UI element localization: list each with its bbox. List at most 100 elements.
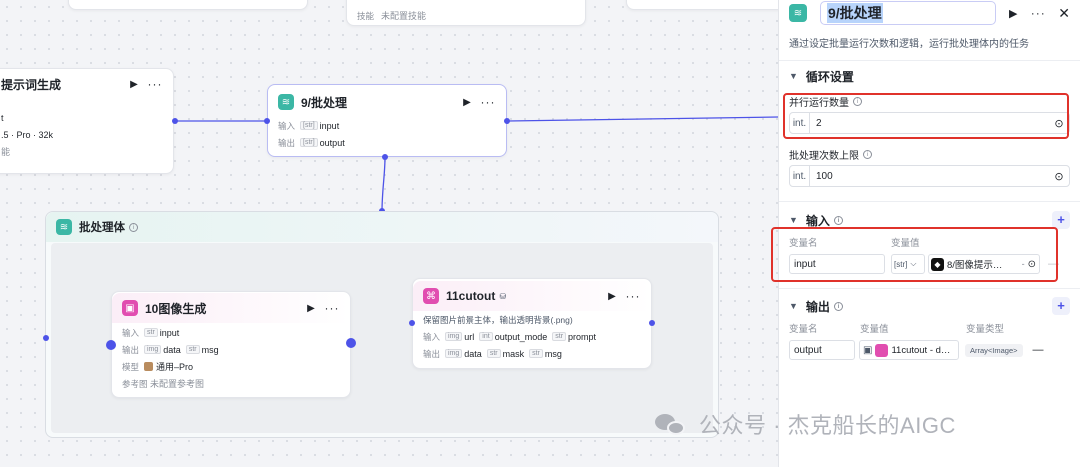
type-tag: str — [185, 345, 200, 354]
workflow-canvas[interactable]: 技能 未配置技能 提示词生成 ▶ ··· t .5 · Pro · 32k 能 … — [0, 0, 778, 467]
top-right-node[interactable] — [626, 0, 778, 10]
input-value: output — [794, 344, 822, 356]
input-value[interactable]: 100 — [810, 171, 1049, 182]
chevron-down-icon[interactable]: ▼ — [789, 301, 798, 311]
input-port[interactable] — [106, 340, 116, 350]
output-column-header: 变量名 变量值 变量类型 — [779, 321, 1080, 335]
play-icon[interactable]: ▶ — [127, 79, 141, 90]
plugin-icon: ⛁ — [499, 291, 507, 301]
var-name: input — [319, 120, 340, 131]
node-row: .5 · Pro · 32k — [1, 129, 54, 140]
type-tag: [str] — [300, 138, 318, 147]
output-port[interactable] — [346, 338, 356, 348]
output-var-row: output ▣ 11cutout - d… Array<Image> — — [779, 340, 1080, 360]
play-icon[interactable]: ▶ — [460, 97, 474, 108]
output-label: 输出 — [278, 137, 296, 148]
type-tag: str — [486, 349, 501, 358]
info-icon[interactable]: i — [863, 149, 872, 159]
output-section-header[interactable]: ▼ 输出 i + — [779, 291, 1080, 321]
var-name: mask — [502, 348, 525, 359]
section-title: 循环设置 — [805, 69, 854, 84]
node-row: 能 — [1, 147, 11, 157]
play-icon[interactable]: ▶ — [304, 303, 318, 314]
col-name: 变量名 — [789, 324, 818, 335]
body-port[interactable] — [382, 154, 388, 160]
more-icon[interactable]: ··· — [147, 77, 163, 91]
top-skill-node[interactable]: 技能 未配置技能 — [346, 0, 586, 26]
target-icon[interactable]: ⊙ — [1049, 170, 1069, 183]
play-icon[interactable]: ▶ — [605, 291, 619, 302]
output-port[interactable] — [504, 118, 510, 124]
more-icon[interactable]: ··· — [1030, 6, 1046, 20]
layers-icon: ≋ — [56, 219, 72, 235]
info-icon[interactable]: i — [833, 301, 843, 311]
type-tag: img — [445, 332, 463, 341]
divider — [779, 201, 1080, 202]
input-row: 输入 str input — [112, 324, 350, 341]
more-icon[interactable]: ··· — [324, 301, 340, 315]
input-row: 输入 img url int output_mode str prompt — [413, 328, 651, 345]
input-port[interactable] — [409, 320, 415, 326]
node-ref-icon — [875, 343, 889, 357]
input-label: 输入 — [423, 331, 441, 342]
group-title: 批处理体 — [79, 222, 125, 234]
image-gen-node[interactable]: ▣ 10图像生成 ▶ ··· 输入 str input 输出 img data st… — [111, 291, 351, 398]
batch-limit-input[interactable]: int. 100 ⊙ — [789, 165, 1070, 187]
divider — [779, 288, 1080, 289]
limit-field-label: 批处理次数上限 i — [779, 146, 1080, 162]
type-prefix: int. — [790, 166, 810, 186]
close-icon[interactable]: ✕ — [1058, 5, 1070, 22]
add-output-button[interactable]: + — [1052, 297, 1070, 315]
group-in-port[interactable] — [43, 335, 49, 341]
info-icon[interactable]: i — [833, 215, 843, 225]
field-label-text: 批处理次数上限 — [789, 150, 859, 162]
type-tag: int — [479, 332, 493, 341]
col-value: 变量值 — [860, 324, 889, 335]
output-port[interactable] — [649, 320, 655, 326]
image-icon: ▣ — [122, 300, 138, 316]
title-input[interactable]: 9/批处理 — [820, 1, 997, 25]
watermark-text: 公众号 · 杰克船长的AIGC — [699, 413, 956, 438]
more-icon[interactable]: ··· — [480, 95, 496, 109]
var-name: prompt — [568, 331, 597, 342]
type-badge: Array<Image> — [965, 343, 1023, 357]
input-port[interactable] — [264, 118, 270, 124]
skill-value: 未配置技能 — [381, 11, 427, 21]
node-title: 9/批处理 — [301, 95, 348, 110]
section-title: 输入 — [805, 213, 830, 228]
var-name: output — [319, 137, 345, 148]
top-left-node[interactable] — [68, 0, 308, 10]
input-label: 输入 — [278, 120, 296, 131]
highlight-box — [771, 227, 1058, 282]
type-tag: img — [144, 345, 162, 354]
output-port[interactable] — [172, 118, 178, 124]
model-label: 模型 — [122, 361, 140, 372]
cutout-node[interactable]: ⌘ 11cutout ⛁ ▶ ··· 保留图片前景主体，输出透明背景(.png)… — [412, 278, 652, 369]
highlight-box — [783, 93, 1069, 139]
node-title: 10图像生成 — [145, 301, 207, 316]
more-icon[interactable]: ··· — [625, 289, 641, 303]
info-icon[interactable]: i — [129, 222, 138, 232]
type-tag: [str] — [300, 121, 318, 130]
node-desc: 保留图片前景主体，输出透明背景(.png) — [423, 314, 573, 325]
input-label: 输入 — [122, 327, 140, 338]
loop-section-header[interactable]: ▼ 循环设置 — [779, 61, 1080, 91]
var-name-input[interactable]: output — [789, 340, 855, 360]
play-icon[interactable]: ▶ — [1006, 7, 1020, 20]
layers-icon: ≋ — [278, 94, 294, 110]
batch-node[interactable]: ≋ 9/批处理 ▶ ··· 输入 [str] input 输出 [str] outp… — [267, 84, 507, 157]
var-name: data — [163, 344, 181, 355]
ref-row: 参考图 未配置参考图 — [112, 375, 350, 392]
type-tag: img — [445, 349, 463, 358]
panel-title: 9/批处理 — [827, 3, 883, 23]
chevron-down-icon[interactable]: ▼ — [789, 71, 798, 81]
chevron-down-icon[interactable]: ▼ — [789, 215, 798, 225]
layers-icon: ≋ — [789, 4, 807, 22]
skill-label: 技能 — [357, 10, 375, 21]
prompt-gen-node[interactable]: 提示词生成 ▶ ··· t .5 · Pro · 32k 能 — [0, 68, 174, 174]
output-label: 输出 — [423, 348, 441, 359]
var-ref-select[interactable]: ▣ 11cutout - d… — [859, 340, 959, 360]
group-header: ≋ 批处理体 i — [46, 212, 718, 242]
cutout-icon: ⌘ — [423, 288, 439, 304]
remove-output-button[interactable]: — — [1033, 344, 1044, 356]
